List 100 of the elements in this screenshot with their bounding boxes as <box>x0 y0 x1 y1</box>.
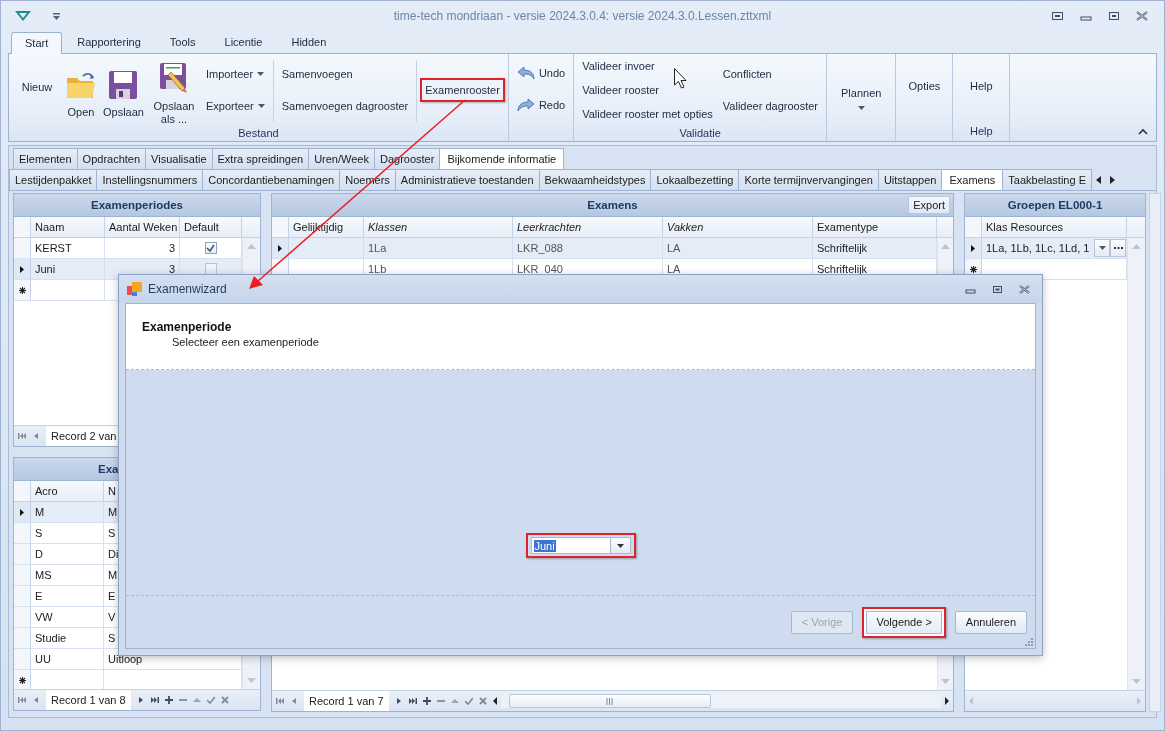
ribbon-tab[interactable]: Tools <box>155 31 210 53</box>
ribbon-button[interactable]: Valideer invoer <box>577 54 718 78</box>
first-record-icon[interactable] <box>18 696 26 704</box>
ribbon-button[interactable]: Redo <box>511 93 571 117</box>
row-header[interactable] <box>965 238 982 258</box>
next-record-icon[interactable] <box>394 697 403 705</box>
dialog-button[interactable]: Annuleren <box>954 610 1027 634</box>
scrollbar[interactable] <box>1149 193 1161 712</box>
fullscreen-icon[interactable] <box>1051 11 1064 21</box>
ribbon-button[interactable]: Valideer rooster <box>577 78 718 102</box>
ribbon-tab[interactable]: Rapportering <box>63 31 155 53</box>
dropdown-button[interactable] <box>1094 239 1110 257</box>
previous-record-icon[interactable] <box>32 696 40 704</box>
collapse-ribbon-icon[interactable] <box>1138 128 1148 135</box>
confirm-icon[interactable] <box>206 696 215 704</box>
ribbon-button[interactable]: Examenrooster <box>420 78 505 102</box>
first-record-icon[interactable] <box>18 432 26 440</box>
ribbon-tab[interactable]: Start <box>11 32 63 54</box>
remove-icon[interactable] <box>178 696 187 704</box>
ribbon-button[interactable]: Opslaan als ... <box>147 54 201 126</box>
new-row-header[interactable] <box>14 280 31 300</box>
scrollbar[interactable] <box>1127 238 1145 690</box>
tab[interactable]: Instellingsnummers <box>96 169 204 190</box>
ribbon-button[interactable]: Samenvoegen <box>276 62 414 86</box>
tab[interactable]: Opdrachten <box>76 148 147 169</box>
close-icon[interactable] <box>1136 11 1148 21</box>
panel-title: Groepen EL000-1 <box>1007 199 1103 211</box>
ribbon-button[interactable]: Valideer dagrooster <box>717 94 823 118</box>
cancel-icon[interactable] <box>220 696 229 704</box>
last-record-icon[interactable] <box>150 696 159 704</box>
previous-record-icon[interactable] <box>32 432 40 440</box>
scroll-left-icon[interactable] <box>1096 175 1101 184</box>
column-header[interactable]: Acro <box>31 481 104 501</box>
ribbon-button[interactable]: Valideer rooster met opties <box>577 102 718 126</box>
scroll-right-icon[interactable] <box>1110 175 1115 184</box>
tab[interactable]: Uren/Week <box>308 148 375 169</box>
column-header[interactable]: Default <box>180 217 242 237</box>
tab[interactable]: Lokaalbezetting <box>650 169 740 190</box>
last-record-icon[interactable] <box>408 697 417 705</box>
tab[interactable]: Bijkomende informatie <box>439 148 565 169</box>
tab[interactable]: Taakbelasting E <box>1002 169 1092 190</box>
column-header[interactable]: Vakken <box>663 217 813 237</box>
browse-button[interactable] <box>1110 239 1126 257</box>
move-up-icon[interactable] <box>450 697 459 705</box>
menu-button[interactable]: Plannen <box>830 68 893 110</box>
new-row-header[interactable] <box>14 670 31 690</box>
ribbon-button[interactable]: Samenvoegen dagrooster <box>276 94 414 118</box>
tab[interactable]: Korte termijnvervangingen <box>738 169 879 190</box>
resize-grip-icon[interactable] <box>1025 638 1033 646</box>
grip-icon <box>606 697 614 705</box>
dialog-button[interactable]: Volgende > <box>862 606 946 638</box>
row-header[interactable] <box>14 259 31 279</box>
ribbon-button[interactable]: Open <box>62 61 100 119</box>
dropdown-button[interactable]: Importeer <box>201 62 270 86</box>
first-record-icon[interactable] <box>276 697 284 705</box>
column-header[interactable]: Naam <box>31 217 105 237</box>
cancel-icon[interactable] <box>478 697 487 705</box>
ribbon-button[interactable]: Help <box>956 73 1007 105</box>
horizontal-scrollbar[interactable] <box>492 693 949 709</box>
export-button[interactable]: Export <box>908 196 950 214</box>
column-header[interactable]: Leerkrachten <box>513 217 663 237</box>
table-cell: LKR_088 <box>513 238 663 258</box>
checkbox[interactable] <box>204 242 217 254</box>
ribbon-tab[interactable]: Hidden <box>277 31 341 53</box>
maximize-icon[interactable] <box>992 284 1003 294</box>
row-header[interactable] <box>272 238 289 258</box>
checkbox[interactable] <box>204 263 217 275</box>
ribbon-button[interactable]: Nieuw <box>12 74 62 106</box>
remove-icon[interactable] <box>436 697 445 705</box>
tab[interactable]: Elementen <box>13 148 78 169</box>
row-header[interactable] <box>14 502 31 522</box>
ribbon-button[interactable]: Undo <box>511 61 571 85</box>
dropdown-button[interactable]: Exporteer <box>201 94 270 118</box>
ribbon-button[interactable]: Opslaan <box>100 61 147 119</box>
tab[interactable]: Concordantiebenamingen <box>202 169 341 190</box>
close-icon[interactable] <box>1019 284 1030 294</box>
next-record-icon[interactable] <box>136 696 145 704</box>
move-up-icon[interactable] <box>192 696 201 704</box>
ribbon-button[interactable]: Opties <box>899 73 950 105</box>
ribbon-button[interactable]: Conflicten <box>717 62 823 86</box>
period-dropdown[interactable]: Juni <box>525 533 636 558</box>
tab[interactable]: Uitstappen <box>877 169 943 190</box>
customize-toolbar-icon[interactable] <box>53 12 60 20</box>
confirm-icon[interactable] <box>464 697 473 705</box>
maximize-icon[interactable] <box>1108 11 1120 21</box>
tab[interactable]: Examens <box>941 169 1004 190</box>
record-counter: Record 1 van 7 <box>304 691 389 711</box>
tab[interactable]: Lestijdenpakket <box>9 169 98 190</box>
column-header[interactable]: Examentype <box>813 217 937 237</box>
tab[interactable]: Administratieve toestanden <box>394 169 540 190</box>
add-icon[interactable] <box>164 696 173 704</box>
column-header[interactable]: Klas Resources <box>982 217 1127 237</box>
previous-record-icon[interactable] <box>290 697 298 705</box>
column-header[interactable]: Klassen <box>364 217 513 237</box>
tab[interactable]: Bekwaamheidstypes <box>538 169 652 190</box>
add-icon[interactable] <box>422 697 431 705</box>
tab[interactable]: Visualisatie <box>145 148 213 169</box>
tab[interactable]: Extra spreidingen <box>211 148 310 169</box>
column-header[interactable]: Aantal Weken <box>105 217 180 237</box>
ribbon-tab[interactable]: Licentie <box>210 31 277 53</box>
